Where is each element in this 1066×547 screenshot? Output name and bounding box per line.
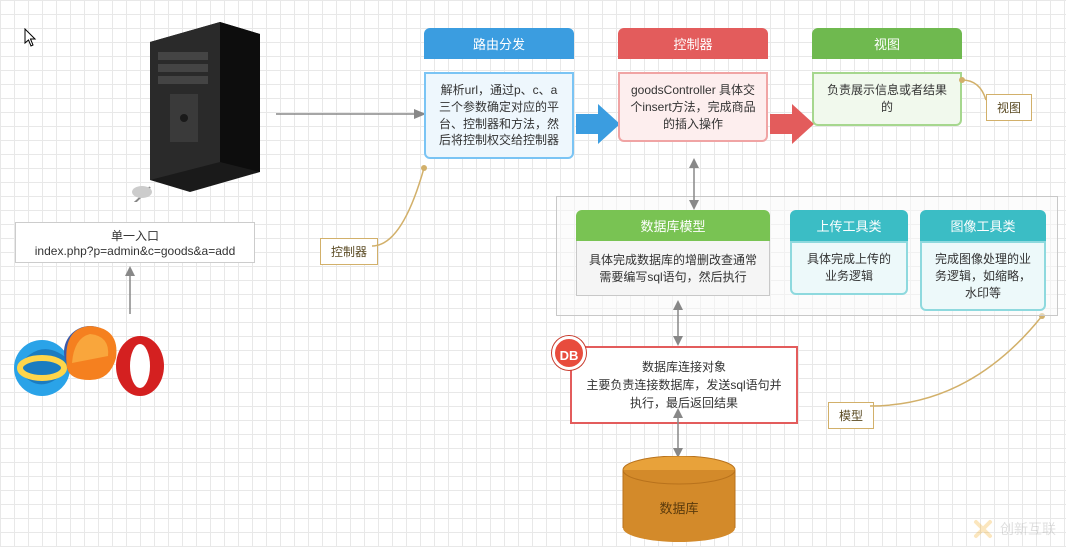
db-conn-box: 数据库连接对象 主要负责连接数据库，发送sql语句并执行，最后返回结果: [570, 346, 798, 424]
controller-label: 控制器: [320, 238, 378, 265]
arrow-controller-to-view: [770, 104, 814, 147]
upload-tool-title: 上传工具类: [790, 210, 908, 241]
db-model-body: 具体完成数据库的增删改查通常需要编写sql语句，然后执行: [576, 241, 770, 296]
arrow-server-to-router: [276, 104, 426, 124]
view-node: 视图: [812, 28, 962, 59]
db-model-node: 数据库模型 具体完成数据库的增删改查通常需要编写sql语句，然后执行: [576, 210, 770, 296]
db-model-title: 数据库模型: [576, 210, 770, 241]
watermark-text: 创新互联: [1000, 519, 1056, 539]
controller-title: 控制器: [618, 28, 768, 59]
entry-url: index.php?p=admin&c=goods&a=add: [26, 244, 244, 258]
entry-title: 单一入口: [26, 227, 244, 244]
opera-icon: [116, 336, 164, 396]
firefox-icon: [64, 326, 116, 380]
conn-controller-label: [372, 168, 432, 248]
router-title: 路由分发: [424, 28, 574, 59]
db-badge: DB: [552, 336, 586, 370]
view-label: 视图: [986, 94, 1032, 121]
view-title: 视图: [812, 28, 962, 59]
model-label: 模型: [828, 402, 874, 429]
image-tool-body: 完成图像处理的业务逻辑，如缩略，水印等: [920, 241, 1046, 311]
mouse-cursor-icon: [24, 28, 38, 48]
watermark: 创新互联: [972, 518, 1056, 540]
browser-icons: [12, 308, 172, 411]
arrow-router-to-controller: [576, 104, 620, 147]
upload-tool-node: 上传工具类 具体完成上传的业务逻辑: [790, 210, 908, 295]
image-tool-node: 图像工具类 完成图像处理的业务逻辑，如缩略，水印等: [920, 210, 1046, 311]
database-label: 数据库: [614, 498, 744, 517]
entry-point-box: 单一入口 index.php?p=admin&c=goods&a=add: [15, 222, 255, 263]
upload-tool-body: 具体完成上传的业务逻辑: [790, 241, 908, 295]
controller-body-box: goodsController 具体交个insert方法，完成商品的插入操作: [618, 72, 768, 142]
view-body: 负责展示信息或者结果的: [812, 72, 962, 126]
router-body: 解析url，通过p、c、a三个参数确定对应的平台、控制器和方法，然后将控制权交给…: [424, 72, 574, 159]
view-body-box: 负责展示信息或者结果的: [812, 72, 962, 126]
conn-model-label: [870, 316, 990, 408]
controller-node: 控制器: [618, 28, 768, 59]
ie-icon: [14, 340, 72, 396]
watermark-icon: [972, 518, 994, 540]
router-node: 路由分发: [424, 28, 574, 59]
router-body-box: 解析url，通过p、c、a三个参数确定对应的平台、控制器和方法，然后将控制权交给…: [424, 72, 574, 159]
controller-body: goodsController 具体交个insert方法，完成商品的插入操作: [618, 72, 768, 142]
image-tool-title: 图像工具类: [920, 210, 1046, 241]
db-conn-line1: 数据库连接对象 主要负责连接数据库，发送sql语句并执行，最后返回结果: [582, 358, 786, 412]
server-icon: [130, 22, 280, 205]
